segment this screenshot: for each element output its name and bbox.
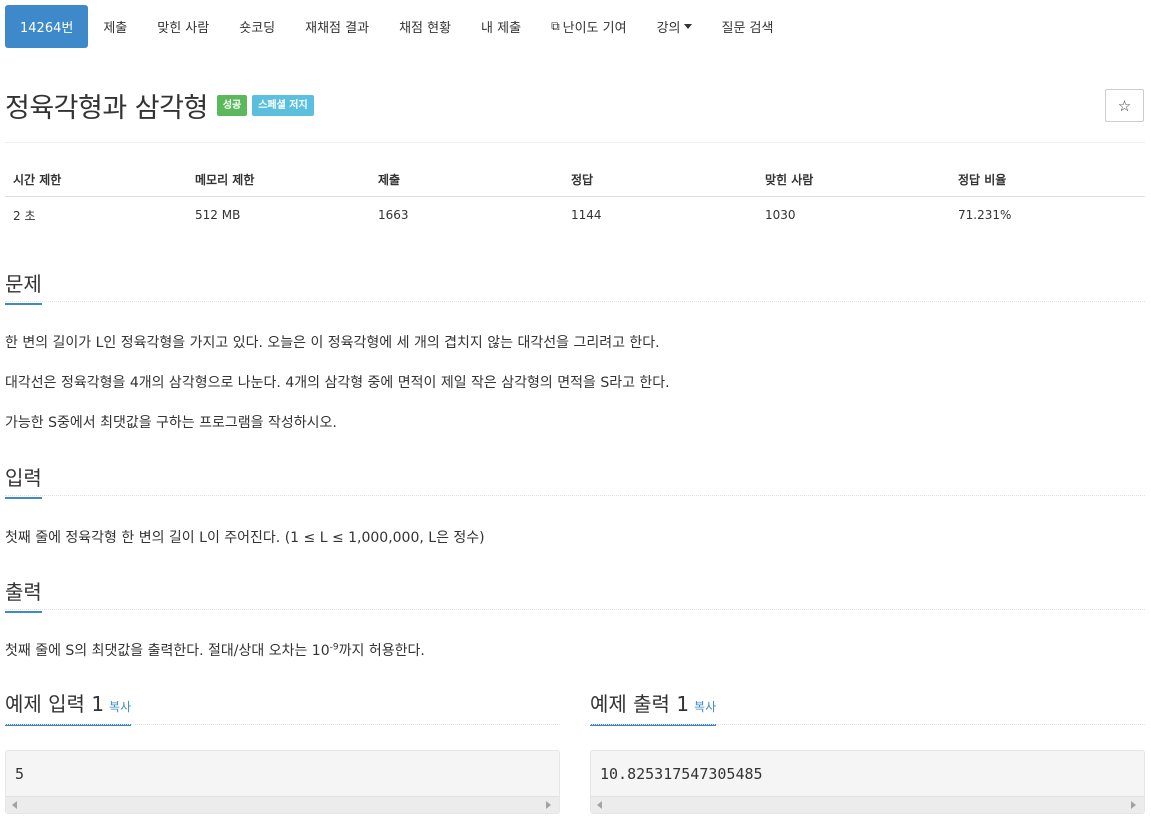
nav-tab-my-submissions[interactable]: 내 제출 xyxy=(466,5,536,48)
output-text-after: 까지 허용한다. xyxy=(338,643,425,659)
problem-title-row: 정육각형과 삼각형 성공 스페셜 저지 xyxy=(5,86,314,125)
sample-input-heading: 예제 입력 1 복사 xyxy=(5,688,132,726)
value-solvers: 1030 xyxy=(765,208,796,222)
problem-description-line-3: 가능한 S중에서 최댓값을 구하는 프로그램을 작성하시오. xyxy=(5,415,337,431)
header-accept-ratio: 정답 비율 xyxy=(958,173,1007,187)
scroll-right-icon[interactable] xyxy=(546,801,551,809)
caret-down-icon xyxy=(683,24,692,29)
input-heading: 입력 xyxy=(5,462,42,499)
section-divider xyxy=(5,495,1145,496)
nav-tab-difficulty-contribution[interactable]: ⧉ 난이도 기여 xyxy=(536,5,642,48)
section-divider xyxy=(5,301,1145,302)
nav-tab-lectures[interactable]: 강의 xyxy=(642,5,707,48)
header-submissions: 제출 xyxy=(378,173,401,187)
value-memory-limit: 512 MB xyxy=(195,208,241,222)
sample-input-header: 예제 입력 1 복사 xyxy=(5,688,560,726)
horizontal-scrollbar[interactable] xyxy=(591,796,1144,813)
value-accepted: 1144 xyxy=(571,208,602,222)
header-time-limit: 시간 제한 xyxy=(13,173,62,187)
special-judge-badge: 스페셜 저지 xyxy=(252,95,314,116)
output-exponent: -9 xyxy=(329,642,339,653)
nav-tab-short-coding[interactable]: 숏코딩 xyxy=(224,5,290,48)
header-accepted: 정답 xyxy=(571,173,594,187)
sample-output-heading: 예제 출력 1 복사 xyxy=(590,688,717,726)
value-submissions: 1663 xyxy=(378,208,409,222)
header-memory-limit: 메모리 제한 xyxy=(195,173,255,187)
section-divider xyxy=(5,609,1145,610)
problem-heading: 문제 xyxy=(5,268,42,305)
sample-input-title: 예제 입력 1 xyxy=(5,692,105,716)
scroll-left-icon[interactable] xyxy=(597,801,602,809)
horizontal-scrollbar[interactable] xyxy=(6,796,559,813)
problem-info-table: 시간 제한 메모리 제한 제출 정답 맞힌 사람 정답 비율 2 초 512 M… xyxy=(5,163,1145,233)
problem-section-header: 문제 xyxy=(5,268,1145,305)
output-text-before: 첫째 줄에 S의 최댓값을 출력한다. 절대/상대 오차는 10 xyxy=(5,643,330,659)
value-time-limit: 2 초 xyxy=(13,208,36,223)
nav-tab-judge-status[interactable]: 채점 현황 xyxy=(384,5,466,48)
section-divider xyxy=(5,724,560,725)
star-icon: ☆ xyxy=(1117,96,1132,115)
info-table-header: 시간 제한 메모리 제한 제출 정답 맞힌 사람 정답 비율 xyxy=(5,163,1145,197)
problem-description-line-2: 대각선은 정육각형을 4개의 삼각형으로 나눈다. 4개의 삼각형 중에 면적이… xyxy=(5,375,670,391)
scroll-left-icon[interactable] xyxy=(12,801,17,809)
copy-sample-output-link[interactable]: 복사 xyxy=(694,700,716,714)
sample-input-box[interactable]: 5 xyxy=(5,750,560,814)
header-solvers: 맞힌 사람 xyxy=(765,173,814,187)
external-link-icon: ⧉ xyxy=(551,19,560,33)
sample-output-box[interactable]: 10.825317547305485 xyxy=(590,750,1145,814)
value-accept-ratio: 71.231% xyxy=(958,208,1012,222)
title-divider xyxy=(5,142,1145,143)
nav-tab-lectures-label: 강의 xyxy=(656,21,681,36)
nav-tab-submit[interactable]: 제출 xyxy=(88,5,142,48)
sample-output-value: 10.825317547305485 xyxy=(600,765,763,783)
nav-tab-difficulty-label: 난이도 기여 xyxy=(562,21,627,36)
output-description: 첫째 줄에 S의 최댓값을 출력한다. 절대/상대 오차는 10-9까지 허용한… xyxy=(5,640,425,660)
output-heading: 출력 xyxy=(5,576,42,613)
sample-input-value: 5 xyxy=(15,765,25,783)
input-section-header: 입력 xyxy=(5,462,1145,499)
nav-tab-problem[interactable]: 14264번 xyxy=(5,5,89,48)
copy-sample-input-link[interactable]: 복사 xyxy=(109,700,131,714)
sample-output-panel: 예제 출력 1 복사 10.825317547305485 xyxy=(590,688,1145,814)
problem-description-line-1: 한 변의 길이가 L인 정육각형을 가지고 있다. 오늘은 이 정육각형에 세 … xyxy=(5,335,660,351)
table-row: 2 초 512 MB 1663 1144 1030 71.231% xyxy=(5,197,1145,233)
nav-tab-rejudge-results[interactable]: 재채점 결과 xyxy=(290,5,384,48)
nav-tab-question-search[interactable]: 질문 검색 xyxy=(707,5,789,48)
section-divider xyxy=(590,724,1145,725)
sample-output-title: 예제 출력 1 xyxy=(590,692,690,716)
sample-output-header: 예제 출력 1 복사 xyxy=(590,688,1145,726)
sample-input-panel: 예제 입력 1 복사 5 xyxy=(5,688,560,814)
input-description: 첫째 줄에 정육각형 한 변의 길이 L이 주어진다. (1 ≤ L ≤ 1,0… xyxy=(5,530,485,546)
success-badge: 성공 xyxy=(216,95,248,116)
favorite-button[interactable]: ☆ xyxy=(1105,89,1144,122)
problem-nav: 14264번 제출 맞힌 사람 숏코딩 재채점 결과 채점 현황 내 제출 ⧉ … xyxy=(5,5,788,48)
output-section-header: 출력 xyxy=(5,576,1145,613)
page-title: 정육각형과 삼각형 xyxy=(5,93,208,124)
nav-tab-solvers[interactable]: 맞힌 사람 xyxy=(142,5,224,48)
scroll-right-icon[interactable] xyxy=(1131,801,1136,809)
